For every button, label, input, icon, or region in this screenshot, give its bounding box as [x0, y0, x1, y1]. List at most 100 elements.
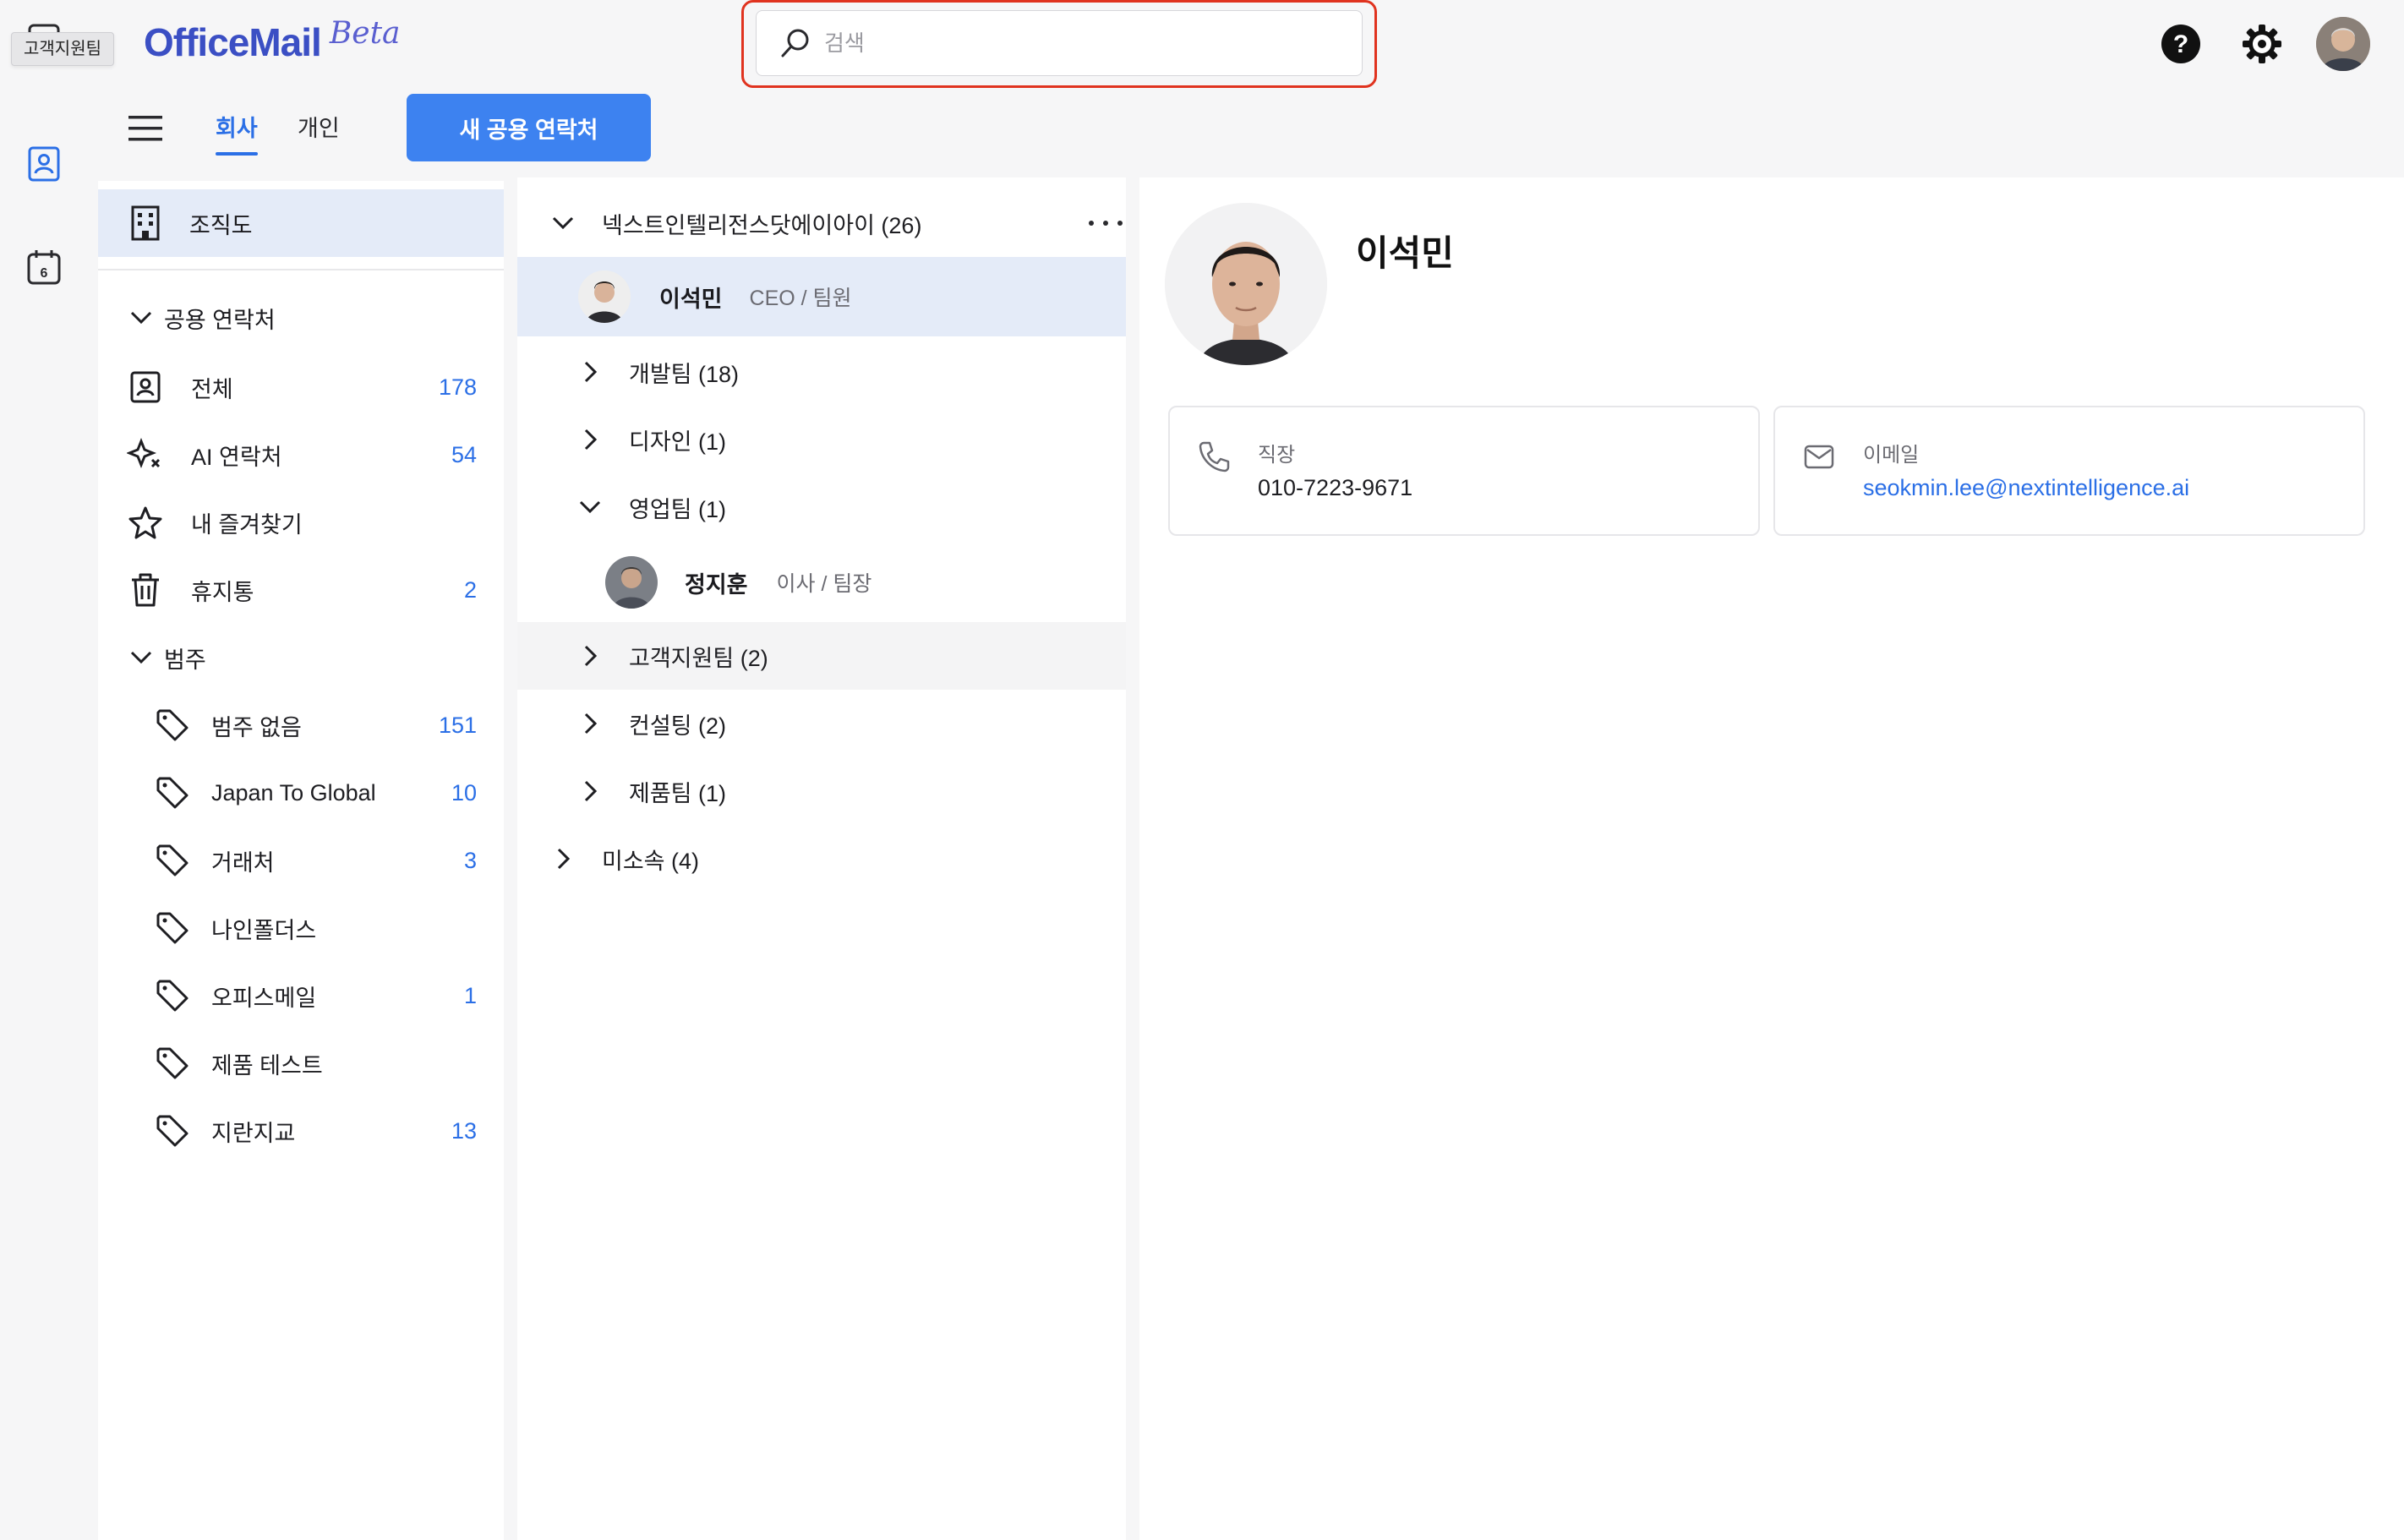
tree-group-dev[interactable]: 개발팀 (18)	[517, 338, 1126, 406]
help-button[interactable]: ?	[2154, 17, 2208, 71]
count-badge: 10	[451, 779, 477, 805]
tab-company[interactable]: 회사	[216, 110, 258, 157]
category-item[interactable]: 범주 없음 151	[98, 695, 504, 756]
tree-group-support[interactable]: 고객지원팀 (2)	[517, 622, 1126, 690]
count-badge: 178	[438, 374, 477, 400]
count-badge: 3	[463, 847, 477, 873]
contact-name: 이석민	[1356, 233, 1454, 273]
tree-node-label: 개발팀 (18)	[629, 361, 740, 387]
chevron-down-icon	[130, 311, 152, 325]
contact-detail-panel: 이석민 직장 010-7223-9671 이메일 seokmin.lee@nex…	[1139, 177, 2404, 1540]
email-card[interactable]: 이메일 seokmin.lee@nextintelligence.ai	[1773, 406, 2365, 536]
logo-text: OfficeMail	[144, 20, 322, 64]
user-photo	[2316, 17, 2370, 71]
calendar-icon: 6	[27, 250, 61, 285]
tag-icon	[154, 1045, 191, 1082]
tree-group-product[interactable]: 제품팀 (1)	[517, 757, 1126, 825]
contacts-icon	[28, 146, 60, 182]
tree-root-company[interactable]: 넥스트인텔리전스닷에이아이 (26)	[517, 189, 1126, 257]
person-name: 정지훈	[685, 571, 748, 598]
count-badge: 54	[451, 441, 477, 467]
tag-icon	[154, 909, 191, 947]
sidebar-divider	[98, 269, 504, 270]
section-categories[interactable]: 범주	[128, 637, 206, 678]
count-badge: 151	[438, 712, 477, 738]
tree-node-label: 디자인 (1)	[629, 429, 727, 455]
category-item[interactable]: Japan To Global 10	[98, 762, 504, 823]
phone-card[interactable]: 직장 010-7223-9671	[1168, 406, 1760, 536]
tree-node-label: 영업팀 (1)	[629, 496, 727, 522]
person-avatar	[578, 270, 631, 323]
tree-group-unassigned[interactable]: 미소속 (4)	[517, 825, 1126, 893]
search-icon	[781, 29, 809, 57]
chevron-down-icon	[575, 492, 605, 522]
sidebar: 조직도 공용 연락처 전체 178 AI 연락처 54 내 즐겨찾기 휴지통 2	[98, 181, 504, 1540]
ai-sparkle-icon	[127, 436, 164, 473]
tree-node-label: 고객지원팀 (2)	[629, 645, 768, 671]
count-badge: 13	[451, 1117, 477, 1144]
phone-value[interactable]: 010-7223-9671	[1258, 475, 1412, 501]
gear-icon	[2243, 25, 2281, 63]
category-label: 오피스메일	[211, 985, 317, 1011]
user-avatar[interactable]	[2316, 17, 2370, 71]
chevron-right-icon	[575, 357, 605, 387]
category-label: 거래처	[211, 849, 275, 876]
email-link[interactable]: seokmin.lee@nextintelligence.ai	[1863, 475, 2189, 501]
tree-person-row-selected[interactable]: 이석민 CEO / 팀원	[517, 257, 1126, 336]
category-item[interactable]: 제품 테스트	[98, 1033, 504, 1094]
category-item[interactable]: 오피스메일 1	[98, 965, 504, 1026]
category-item[interactable]: 거래처 3	[98, 830, 504, 891]
person-avatar	[605, 556, 658, 609]
org-tree-panel: 넥스트인텔리전스닷에이아이 (26) 이석민 CEO / 팀원 개발팀 (18)…	[517, 177, 1126, 1540]
sidebar-item-favorites[interactable]: 내 즐겨찾기	[98, 492, 504, 553]
calendar-nav-button[interactable]: 6	[20, 243, 68, 291]
tab-personal[interactable]: 개인	[298, 110, 340, 157]
category-item[interactable]: 지란지교 13	[98, 1100, 504, 1161]
search-bar[interactable]	[756, 10, 1363, 76]
contact-card-icon	[127, 369, 164, 406]
app-logo[interactable]: OfficeMail Beta	[144, 15, 401, 69]
settings-button[interactable]	[2235, 17, 2289, 71]
category-label: Japan To Global	[211, 779, 376, 805]
tag-icon	[154, 1112, 191, 1150]
tag-icon	[154, 707, 191, 744]
new-shared-contact-button[interactable]: 새 공용 연락처	[407, 94, 651, 161]
section-shared-contacts[interactable]: 공용 연락처	[128, 298, 276, 338]
sidebar-item-trash[interactable]: 휴지통 2	[98, 560, 504, 620]
sidebar-item-label: 전체	[191, 376, 233, 402]
chevron-down-icon	[548, 208, 578, 238]
sidebar-item-label: 휴지통	[191, 579, 254, 605]
chevron-right-icon	[575, 424, 605, 455]
category-item[interactable]: 나인폴더스	[98, 898, 504, 958]
dot	[1089, 221, 1094, 226]
chevron-right-icon	[575, 641, 605, 671]
tree-person-row[interactable]: 정지훈 이사 / 팀장	[517, 543, 1126, 622]
category-label: 범주 없음	[211, 714, 302, 740]
count-badge: 1	[463, 982, 477, 1008]
sidebar-item-all[interactable]: 전체 178	[98, 357, 504, 418]
mail-icon	[1804, 445, 1834, 469]
phone-icon	[1199, 441, 1230, 472]
tree-node-label: 미소속 (4)	[602, 848, 700, 874]
menu-button[interactable]	[123, 108, 167, 149]
email-label: 이메일	[1863, 444, 1920, 467]
hamburger-icon	[128, 116, 162, 141]
star-icon	[127, 504, 164, 541]
sidebar-item-org-chart[interactable]: 조직도	[98, 189, 504, 257]
help-icon: ?	[2161, 25, 2200, 63]
dot	[1117, 221, 1123, 226]
dot	[1103, 221, 1108, 226]
contact-photo	[1165, 203, 1327, 365]
search-input[interactable]	[824, 30, 1331, 57]
sidebar-item-label: 내 즐겨찾기	[191, 511, 303, 538]
contacts-nav-button[interactable]	[20, 140, 68, 188]
section-label: 범주	[164, 647, 206, 673]
category-label: 나인폴더스	[211, 917, 317, 943]
sidebar-item-ai-contacts[interactable]: AI 연락처 54	[98, 424, 504, 485]
tree-group-design[interactable]: 디자인 (1)	[517, 406, 1126, 473]
sidebar-item-label: AI 연락처	[191, 444, 282, 470]
chevron-down-icon	[130, 651, 152, 664]
tree-group-consulting[interactable]: 컨설팅 (2)	[517, 690, 1126, 757]
tree-group-sales[interactable]: 영업팀 (1)	[517, 473, 1126, 541]
more-options-button[interactable]	[1089, 215, 1123, 232]
